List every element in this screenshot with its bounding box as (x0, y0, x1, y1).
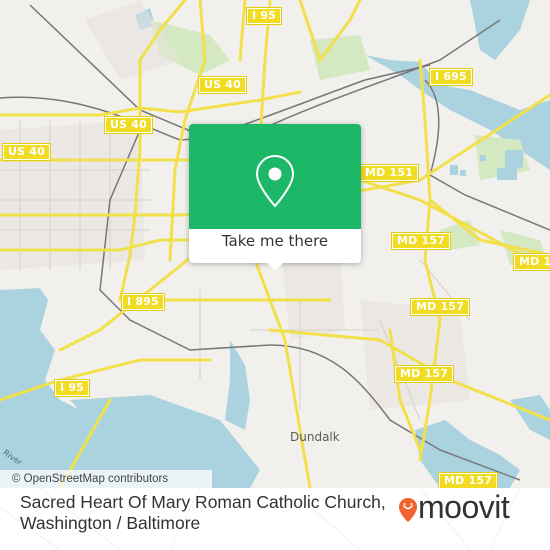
location-pin-icon (255, 154, 295, 208)
shield-md157-d: MD 157 (395, 366, 454, 382)
place-title: Sacred Heart Of Mary Roman Catholic Chur… (20, 492, 386, 534)
shield-us40-b: US 40 (105, 117, 152, 133)
shield-md157-c: MD 157 (411, 299, 470, 315)
moovit-wordmark: moovit (418, 489, 510, 525)
popup-pointer (267, 263, 283, 271)
take-me-there-button[interactable]: Take me there (189, 232, 361, 250)
place-title-line1: Sacred Heart Of Mary Roman Catholic Chur… (20, 492, 386, 512)
shield-i895: I 895 (122, 294, 164, 310)
shield-us40-a: US 40 (199, 77, 246, 93)
shield-us40-c: US 40 (3, 144, 50, 160)
popup-header[interactable] (189, 124, 361, 229)
shield-md157-e: MD 157 (439, 473, 498, 488)
shield-i695: I 695 (430, 69, 472, 85)
map-attribution[interactable]: © OpenStreetMap contributors (0, 470, 212, 488)
shield-i95-south: I 95 (55, 380, 90, 396)
place-label-dundalk: Dundalk (290, 430, 340, 444)
place-title-line2: Washington / Baltimore (20, 513, 201, 533)
shield-md157-b: MD 157 (514, 254, 550, 270)
shield-i95-north: I 95 (247, 8, 282, 24)
shield-md151: MD 151 (360, 165, 419, 181)
shield-md157-a: MD 157 (392, 233, 451, 249)
moovit-pin-icon (399, 498, 417, 522)
destination-popup[interactable]: Take me there (189, 124, 361, 271)
